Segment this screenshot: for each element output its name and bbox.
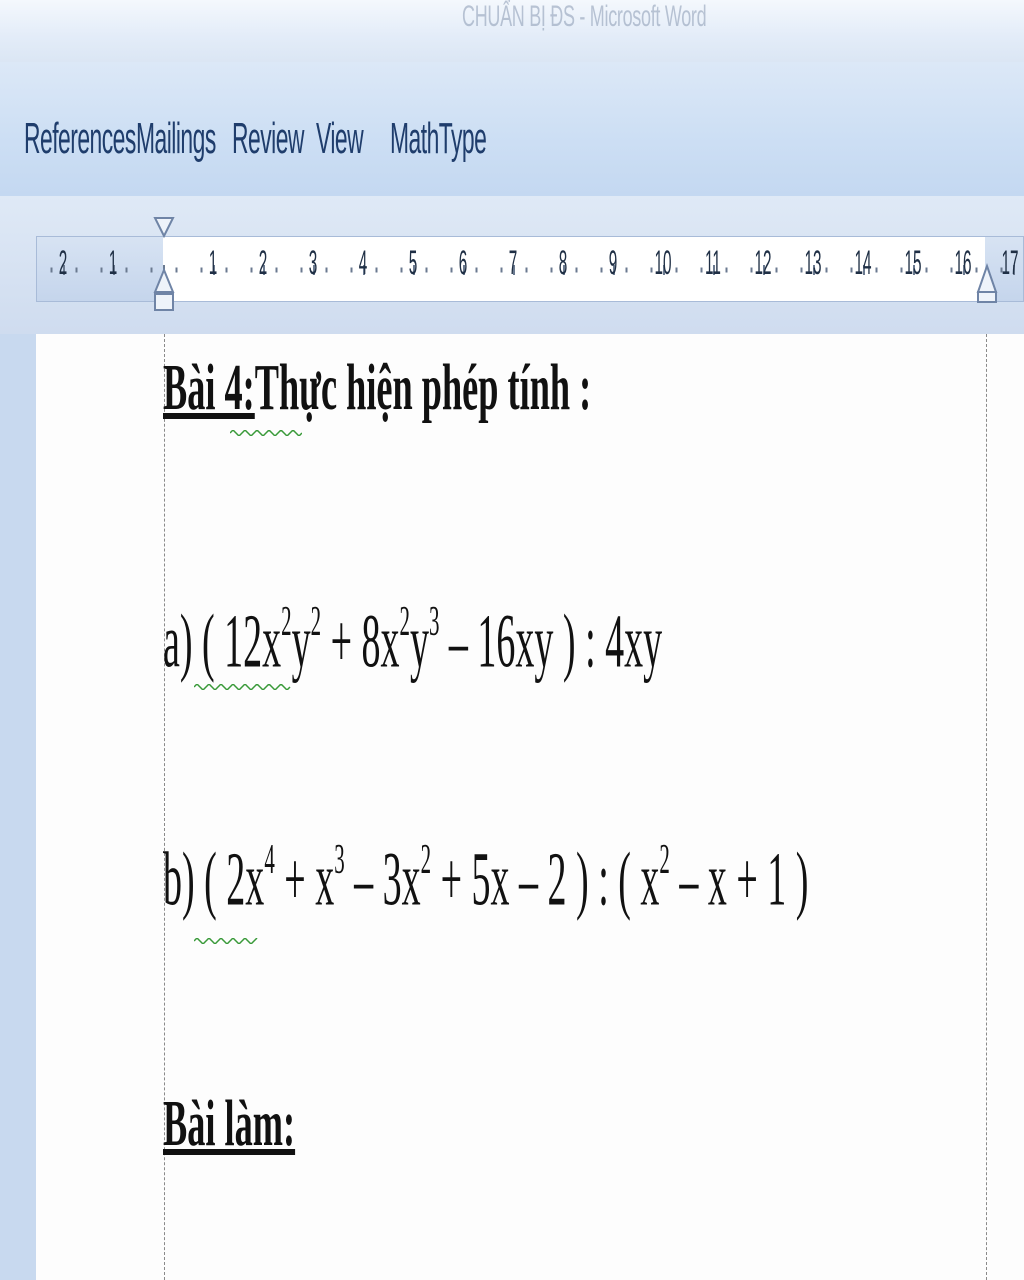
- ruler-ticks: [50, 265, 1015, 275]
- expr-a-exponent: 3: [428, 599, 440, 645]
- right-margin-guide: [986, 334, 987, 1280]
- ruler-label: 2: [258, 244, 268, 282]
- expr-b-exponent: 4: [264, 837, 275, 883]
- grammar-squiggle: [230, 430, 302, 436]
- ruler-label: 1: [208, 244, 218, 282]
- title-bar: CHUẨN BỊ ĐS - Microsoft Word: [0, 0, 1024, 62]
- expr-b-part: + x: [274, 837, 335, 922]
- ruler-label: 12: [754, 244, 772, 282]
- grammar-squiggle: [194, 938, 258, 944]
- right-indent-marker[interactable]: [976, 262, 998, 306]
- window-title: CHUẨN BỊ ĐS - Microsoft Word: [462, 0, 707, 33]
- expression-b: b) ( 2x4 + x3 – 3x2 + 5x – 2 ) : ( x2 – …: [163, 836, 808, 923]
- exercise-heading: Bài 4:Thực hiện phép tính :: [163, 350, 591, 426]
- tab-review[interactable]: Review: [232, 114, 304, 164]
- tab-view[interactable]: View: [316, 114, 364, 164]
- grammar-squiggle: [194, 684, 291, 690]
- ruler-label: 7: [508, 244, 518, 282]
- tab-mathtype[interactable]: MathType: [390, 114, 487, 164]
- expr-b-part: b) ( 2x: [163, 837, 265, 922]
- expr-b-part: – 3x: [344, 837, 421, 922]
- answer-label: Bài làm:: [163, 1087, 296, 1160]
- ribbon-tab-bar: References Mailings Review View MathType: [0, 62, 1024, 197]
- horizontal-ruler[interactable]: [36, 236, 1024, 302]
- heading-text: Thực hiện phép tính :: [254, 351, 592, 424]
- expr-b-part: – x + 1 ): [669, 837, 809, 922]
- expression-a: a) ( 12x2y2 + 8x2y3 – 16xy ) : 4xy: [163, 598, 662, 685]
- ruler-label: 17: [1001, 244, 1019, 282]
- ruler-label: 3: [308, 244, 318, 282]
- ruler-label: 1: [108, 244, 118, 282]
- ruler-label: 14: [854, 244, 872, 282]
- expr-b-part: + 5x – 2 ) : ( x: [431, 837, 660, 922]
- ruler-label: 10: [654, 244, 672, 282]
- ruler-label: 15: [904, 244, 922, 282]
- ruler-label: 5: [408, 244, 418, 282]
- expr-b-exponent: 3: [334, 837, 345, 883]
- ruler-label: 13: [804, 244, 822, 282]
- ruler-label: 11: [705, 244, 721, 282]
- expr-b-exponent: 2: [659, 837, 670, 883]
- expr-b-exponent: 2: [420, 837, 432, 883]
- ruler-label: 2: [58, 244, 68, 282]
- expr-a-part: a) ( 12x: [163, 599, 282, 684]
- expr-a-exponent: 2: [399, 599, 410, 645]
- ruler-label: 8: [558, 244, 568, 282]
- expr-a-exponent: 2: [281, 599, 292, 645]
- expr-a-part: y: [291, 599, 311, 684]
- expr-a-exponent: 2: [310, 599, 322, 645]
- expr-a-part: y: [409, 599, 429, 684]
- ruler-label: 9: [608, 244, 618, 282]
- tab-references[interactable]: References: [24, 114, 136, 164]
- ruler-label: 16: [954, 244, 972, 282]
- expr-a-part: + 8x: [321, 599, 400, 684]
- expr-a-part: – 16xy ) : 4xy: [439, 599, 663, 684]
- ruler-label: 6: [458, 244, 468, 282]
- heading-prefix: Bài 4:: [163, 351, 255, 424]
- ruler-label: 4: [358, 244, 368, 282]
- tab-mailings[interactable]: Mailings: [136, 114, 216, 164]
- left-indent-marker[interactable]: [152, 214, 176, 334]
